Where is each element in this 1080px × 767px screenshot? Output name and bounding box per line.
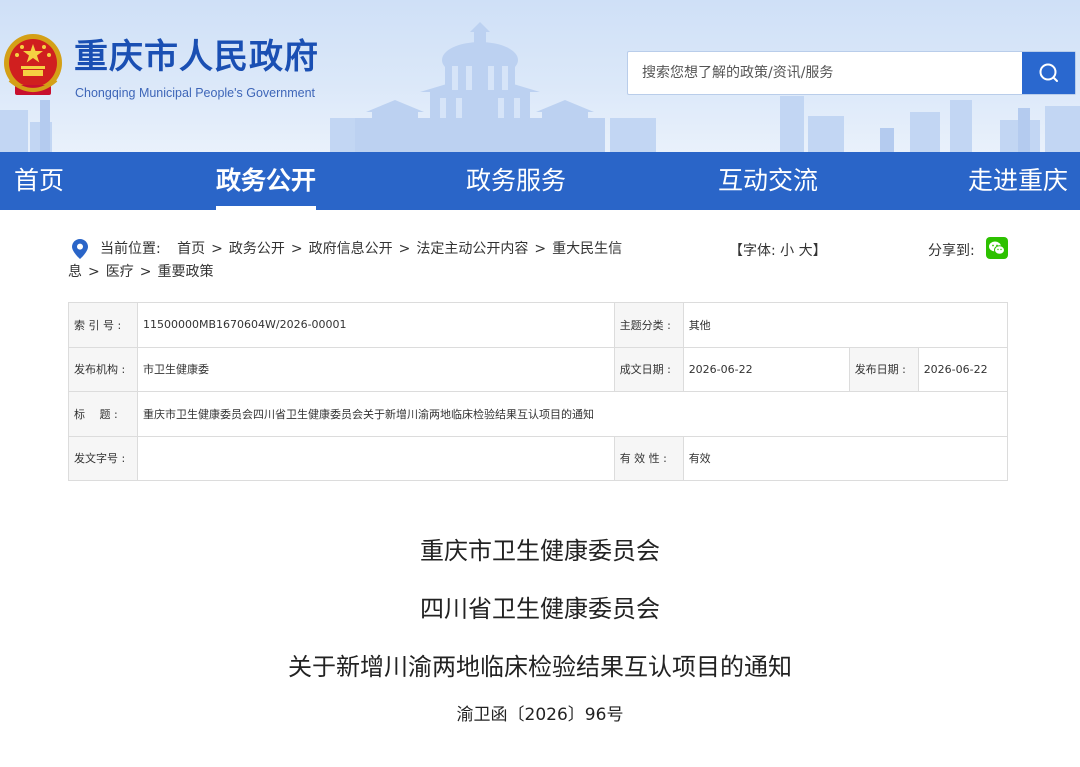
breadcrumb-prefix: 当前位置:	[100, 241, 161, 257]
breadcrumb-separator: >	[290, 241, 303, 257]
national-emblem-icon	[4, 34, 62, 95]
breadcrumb-separator: >	[534, 241, 547, 257]
category-value: 其他	[682, 302, 1009, 348]
search-input[interactable]	[628, 52, 1024, 94]
document-number-label: 发文字号 :	[68, 435, 138, 481]
site-title[interactable]: 重庆市人民政府	[74, 40, 319, 74]
breadcrumb-item-home[interactable]: 首页	[177, 241, 205, 257]
publisher-label: 发布机构 :	[68, 346, 138, 392]
breadcrumb-item-info-disclosure[interactable]: 政府信息公开	[309, 241, 393, 257]
font-size-large-button[interactable]: 大	[799, 243, 813, 259]
nav-item-government-affairs[interactable]: 政务公开	[216, 152, 317, 210]
nav-item-about-chongqing[interactable]: 走进重庆	[968, 152, 1068, 210]
breadcrumb-separator: >	[139, 264, 152, 280]
document-title-line-2: 四川省卫生健康委员会	[420, 595, 660, 623]
font-size-control: 【字体: 小 大】	[729, 240, 827, 260]
publish-date-label: 发布日期 :	[848, 346, 919, 392]
search-button[interactable]	[1022, 52, 1075, 94]
publisher-value: 市卫生健康委	[137, 346, 615, 392]
table-row: 发文字号 : 有 效 性 : 有效	[68, 435, 1009, 481]
validity-value: 有效	[682, 435, 1009, 481]
breadcrumb-item-medical[interactable]: 医疗	[106, 264, 134, 280]
category-label: 主题分类 :	[613, 302, 684, 348]
site-subtitle: Chongqing Municipal People's Government	[75, 86, 316, 100]
table-row: 发布机构 : 市卫生健康委 成文日期 : 2026-06-22 发布日期 : 2…	[68, 346, 1009, 392]
title-value: 重庆市卫生健康委员会四川省卫生健康委员会关于新增川渝两地临床检验结果互认项目的通…	[137, 391, 1008, 437]
breadcrumb-item-important-policy[interactable]: 重要政策	[157, 264, 213, 280]
breadcrumb-item-statutory-content[interactable]: 法定主动公开内容	[416, 241, 528, 257]
validity-label: 有 效 性 :	[613, 435, 684, 481]
publish-date-value: 2026-06-22	[917, 346, 1009, 392]
table-row: 索 引 号 : 11500000MB1670604W/2026-00001 主题…	[68, 302, 1009, 348]
index-number-label: 索 引 号 :	[68, 302, 138, 348]
document-number: 渝卫函〔2026〕96号	[456, 705, 624, 725]
nav-item-home[interactable]: 首页	[14, 152, 64, 210]
index-number-value: 11500000MB1670604W/2026-00001	[137, 302, 615, 348]
breadcrumb: 当前位置: 首页 > 政务公开 > 政府信息公开 > 法定主动公开内容 > 重大民生信息 > 医疗 >…	[68, 238, 628, 284]
breadcrumb-separator: >	[88, 264, 100, 280]
font-size-small-button[interactable]: 小	[780, 243, 794, 259]
document-title-line-1: 重庆市卫生健康委员会	[420, 537, 660, 565]
breadcrumb-item-gov-affairs[interactable]: 政务公开	[229, 241, 285, 257]
written-date-value: 2026-06-22	[682, 346, 850, 392]
title-label: 标 题 :	[68, 391, 138, 437]
written-date-label: 成文日期 :	[613, 346, 684, 392]
breadcrumb-separator: >	[211, 241, 223, 257]
search-box	[627, 51, 1076, 95]
main-nav: 首页 政务公开 政务服务 互动交流 走进重庆	[0, 152, 1080, 210]
table-row: 标 题 : 重庆市卫生健康委员会四川省卫生健康委员会关于新增川渝两地临床检验结果…	[68, 391, 1008, 437]
wechat-icon[interactable]	[986, 237, 1008, 259]
nav-item-services[interactable]: 政务服务	[466, 152, 566, 210]
document-title-line-3: 关于新增川渝两地临床检验结果互认项目的通知	[288, 653, 792, 681]
nav-item-interaction[interactable]: 互动交流	[718, 152, 818, 210]
document-number-value	[137, 435, 615, 481]
font-size-close: 】	[812, 243, 827, 259]
site-header: 重庆市人民政府 Chongqing Municipal People's Gov…	[0, 0, 1080, 152]
search-icon	[1039, 63, 1058, 82]
document-info-table: 索 引 号 : 11500000MB1670604W/2026-00001 主题…	[68, 302, 1009, 481]
share-label: 分享到:	[928, 243, 975, 259]
breadcrumb-separator: >	[398, 241, 411, 257]
font-size-open: 【字体:	[729, 243, 776, 259]
